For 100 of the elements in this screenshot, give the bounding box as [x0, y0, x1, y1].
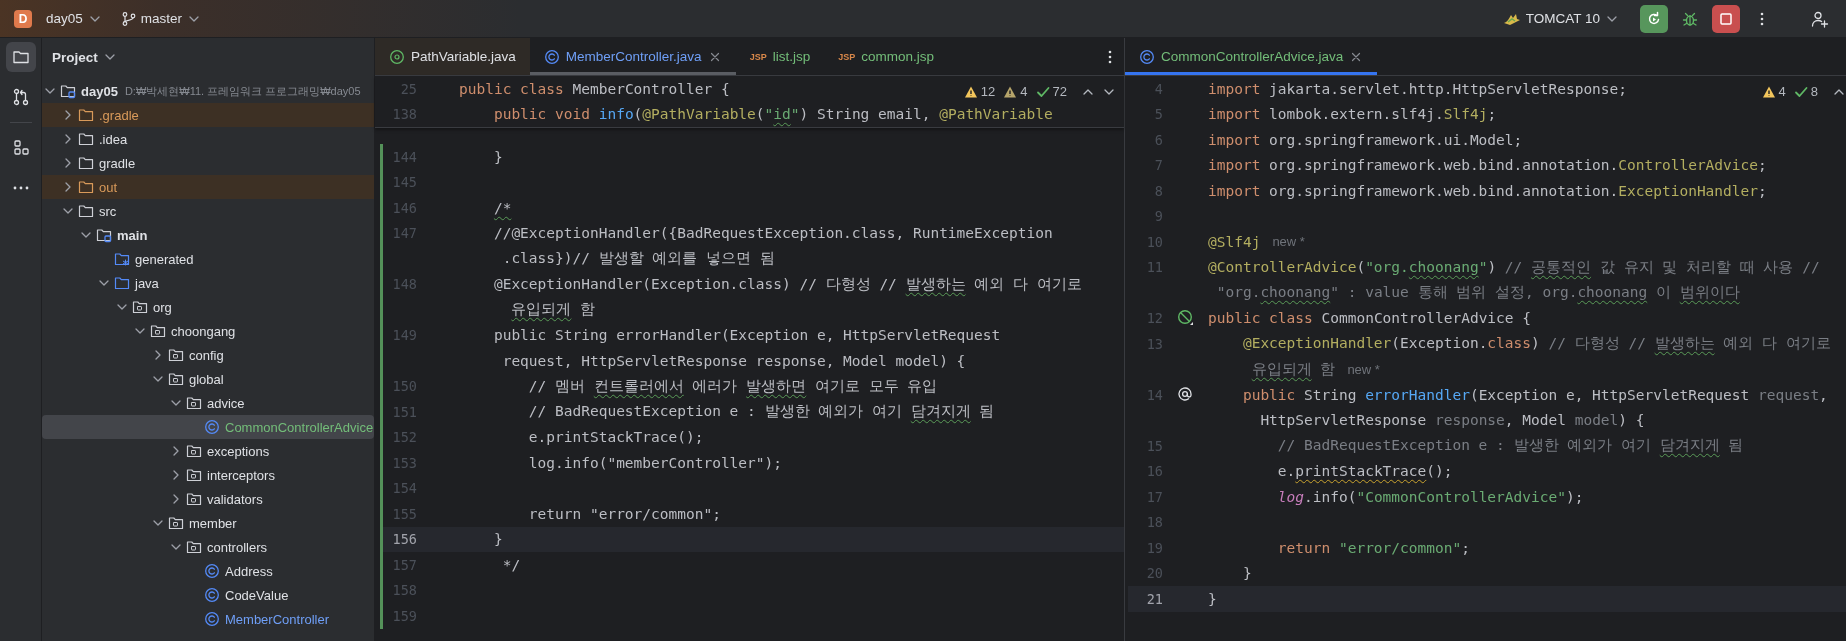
tree-item[interactable]: interceptors — [42, 463, 374, 487]
add-user-icon — [1811, 9, 1829, 28]
code-line: public void info(@PathVariable("id") String email, @PathVariable — [492, 106, 1053, 123]
class-icon — [204, 587, 220, 603]
package-icon — [168, 515, 184, 531]
code-line: e.printStackTrace(); — [1276, 463, 1453, 480]
class-icon — [543, 48, 560, 65]
generated-folder-icon — [114, 251, 130, 267]
code-line: /* — [492, 199, 512, 216]
line-number: 156 — [391, 531, 417, 548]
tree-item[interactable]: generated — [42, 247, 374, 271]
class-icon — [204, 611, 220, 627]
next-icon[interactable] — [1104, 88, 1114, 95]
tree-item[interactable]: org — [42, 295, 374, 319]
bug-icon — [1682, 10, 1698, 27]
branch-icon — [11, 88, 30, 106]
inlay-hint: new * — [1347, 361, 1380, 377]
more-icon — [1760, 11, 1764, 26]
problem-count: 72 — [1052, 84, 1067, 99]
inlay-hint: new * — [1272, 234, 1305, 250]
tree-item[interactable]: gradle — [42, 151, 374, 175]
tree-item[interactable]: src — [42, 199, 374, 223]
package-icon — [168, 347, 184, 363]
previous-icon[interactable] — [1834, 88, 1844, 95]
package-icon — [168, 371, 184, 387]
code-line: } — [1241, 565, 1252, 582]
code-line: import org.springframework.ui.Model; — [1208, 131, 1523, 148]
code-line: log.info("CommonControllerAdvice"); — [1276, 488, 1584, 505]
tree-item[interactable]: out — [42, 175, 374, 199]
structure-icon — [11, 139, 30, 157]
branch-selector[interactable]: master — [116, 6, 207, 31]
package-icon — [150, 323, 166, 339]
tree-item[interactable]: choongang — [42, 319, 374, 343]
code-line: return "error/common"; — [1276, 539, 1470, 556]
editor-tab[interactable]: PathVariable.java — [375, 38, 530, 75]
rerun-icon — [1646, 10, 1662, 27]
check-icon — [1793, 84, 1808, 99]
more-icon[interactable] — [1108, 49, 1112, 64]
code-line: } — [492, 148, 503, 165]
editor-tab[interactable]: CommonControllerAdvice.java — [1125, 38, 1378, 75]
code-line: @ControllerAdvice("org.choonang") // 공통적인 값 유지 및 처리할 때 사용 // — [1208, 257, 1820, 277]
problem-count: 4 — [1020, 84, 1028, 99]
package-icon — [186, 539, 202, 555]
code-line: e.printStackTrace(); — [527, 429, 704, 446]
package-icon — [186, 395, 202, 411]
project-badge: D — [14, 9, 32, 28]
code-line: log.info("memberController"); — [527, 454, 782, 471]
code-line: request, HttpServletResponse response, Model model) { — [501, 352, 966, 369]
tree-item[interactable]: member — [42, 511, 374, 535]
annotation-icon — [389, 48, 405, 65]
previous-icon[interactable] — [1083, 88, 1093, 95]
check-icon — [1035, 84, 1050, 99]
code-line: import org.springframework.web.bind.annotation.ControllerAdvice; — [1208, 157, 1767, 174]
tool-window-title[interactable]: Project — [52, 49, 118, 65]
tree-item[interactable]: global — [42, 367, 374, 391]
run-config-selector[interactable]: TOMCAT 10 — [1497, 6, 1624, 31]
folder-icon — [78, 179, 94, 195]
stop-button[interactable] — [1712, 4, 1740, 33]
tree-item[interactable]: CodeValue — [42, 583, 374, 607]
stop-icon — [1718, 10, 1734, 27]
line-number: 21 — [1145, 590, 1163, 607]
editor-tab[interactable]: JSP list.jsp — [735, 38, 825, 75]
code-line: return "error/common"; — [527, 505, 721, 522]
code-line: //@ExceptionHandler({BadRequestException.class, RuntimeException — [492, 225, 1053, 242]
package-icon — [132, 299, 148, 315]
tree-item[interactable]: CommonControllerAdvice — [42, 415, 374, 439]
rerun-button[interactable] — [1640, 4, 1668, 33]
class-icon — [204, 419, 220, 435]
branch-icon — [120, 10, 137, 27]
code-line: HttpServletResponse response, Model model) { — [1259, 412, 1645, 429]
code-line: 유입되게 함 — [510, 300, 596, 320]
tree-item[interactable]: controllers — [42, 535, 374, 559]
tree-item[interactable]: advice — [42, 391, 374, 415]
tree-item[interactable]: .gradle — [42, 103, 374, 127]
tree-item[interactable]: Address — [42, 559, 374, 583]
project-tool-button[interactable] — [5, 42, 36, 72]
code-line: import org.springframework.web.bind.annotation.ExceptionHandler; — [1208, 182, 1767, 199]
code-line: "org.choonang" : value 통해 범위 설정, org.choonang 이 범위이다 — [1215, 283, 1740, 303]
code-line: @Slf4j — [1208, 233, 1261, 250]
tree-item[interactable]: .idea — [42, 127, 374, 151]
tree-item[interactable]: java — [42, 271, 374, 295]
package-icon — [186, 491, 202, 507]
code-line: 유입되게 함 — [1250, 359, 1336, 379]
tree-item[interactable]: exceptions — [42, 439, 374, 463]
tree-item[interactable]: day05 D:₩박세현₩11. 프레임워크 프로그래밍₩day05 — [42, 79, 374, 103]
tree-item[interactable]: config — [42, 343, 374, 367]
project-switcher[interactable]: day05 — [42, 6, 107, 31]
problem-count: 4 — [1778, 84, 1786, 99]
tree-item[interactable]: MemberController — [42, 607, 374, 631]
editor-tab[interactable]: MemberController.java — [529, 38, 736, 75]
code-line: // BadRequestException e : 발생한 예외가 여기 담겨지게 됨 — [527, 402, 995, 422]
tree-item[interactable]: main — [42, 223, 374, 247]
mapping-icon[interactable] — [1176, 385, 1195, 404]
code-line: @ExceptionHandler(Exception.class) // 다형성 // 발생하는 예외 다 여기로 — [1241, 334, 1831, 354]
folder-icon — [78, 107, 94, 123]
tree-item[interactable]: validators — [42, 487, 374, 511]
more-icon — [12, 186, 29, 190]
editor-tab[interactable]: JSP common.jsp — [824, 38, 948, 75]
package-icon — [186, 443, 202, 459]
code-line: import lombok.extern.slf4j.Slf4j; — [1208, 106, 1497, 123]
